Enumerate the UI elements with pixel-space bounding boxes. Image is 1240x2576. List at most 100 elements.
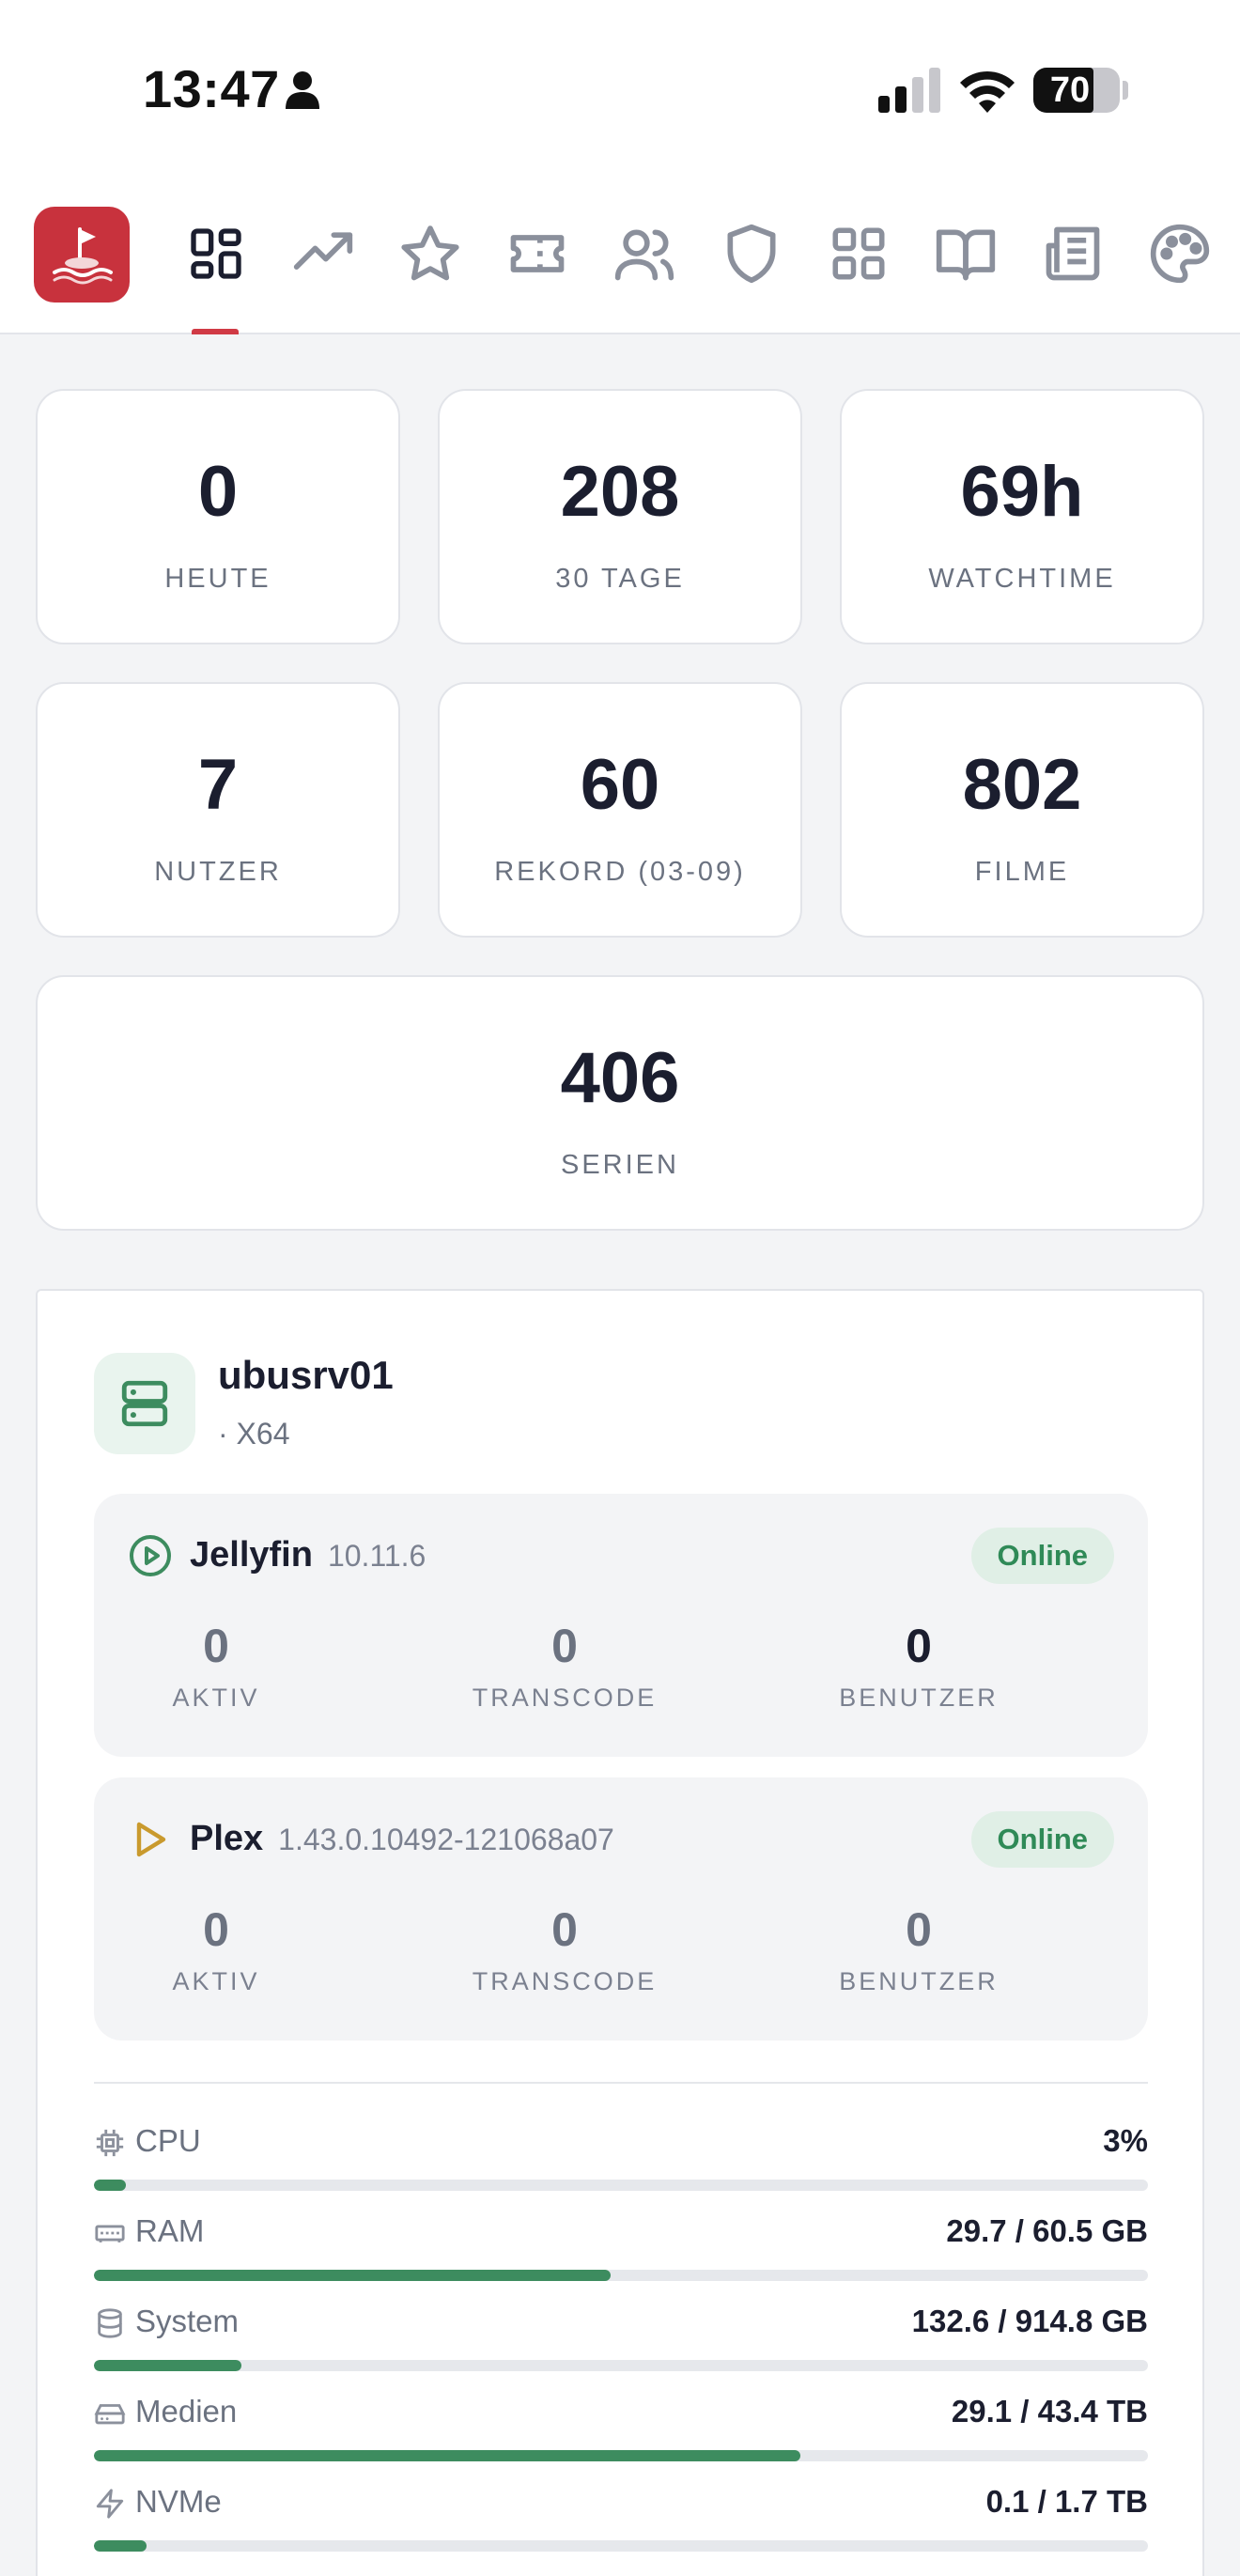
server-icon — [94, 1353, 195, 1454]
cpu-icon — [96, 2129, 124, 2157]
lightning-icon — [96, 2489, 124, 2519]
metric-aktiv: 0 AKTIV — [172, 1620, 260, 1712]
nav-news[interactable] — [1039, 220, 1107, 287]
metric-aktiv: 0 AKTIV — [172, 1903, 260, 1995]
service-name: Plex — [190, 1819, 264, 1858]
status-badge: Online — [970, 1811, 1114, 1868]
dashboard-grid-icon — [191, 228, 241, 279]
book-icon — [936, 229, 996, 281]
service-name: Jellyfin — [190, 1535, 313, 1575]
trending-icon — [293, 232, 353, 270]
resource-bar — [94, 2450, 1148, 2461]
resource-row-medien: Medien 29.1 / 43.4 TB — [94, 2392, 1148, 2467]
app-logo[interactable] — [34, 207, 130, 303]
stat-value: 802 — [962, 745, 1082, 825]
stat-label: 30 TAGE — [555, 564, 685, 594]
resource-value: 0.1 / 1.7 TB — [985, 2484, 1148, 2519]
play-circle-icon — [130, 1535, 171, 1576]
resource-bar-fill — [94, 2360, 242, 2371]
nav-favorites[interactable] — [396, 220, 464, 287]
resource-row-nvme: NVMe 0.1 / 1.7 TB — [94, 2482, 1148, 2557]
stat-card-nutzer: 7 NUTZER — [36, 682, 400, 938]
resource-bar-fill — [94, 2180, 126, 2191]
stat-value: 7 — [197, 745, 239, 825]
database-icon — [98, 2308, 122, 2338]
users-icon — [614, 229, 674, 281]
status-badge: Online — [970, 1528, 1114, 1584]
stat-label: WATCHTIME — [928, 564, 1116, 594]
resource-row-cpu: CPU 3% — [94, 2121, 1148, 2196]
resource-bar-fill — [94, 2270, 611, 2281]
resource-value: 29.1 / 43.4 TB — [951, 2394, 1148, 2429]
top-navigation — [0, 188, 1240, 334]
resource-label: NVMe — [135, 2484, 222, 2519]
stat-label: FILME — [974, 857, 1070, 887]
stat-label: HEUTE — [164, 564, 271, 594]
resource-value: 29.7 / 60.5 GB — [946, 2213, 1148, 2248]
divider — [94, 2082, 1148, 2084]
stat-card-30-tage: 208 30 TAGE — [438, 389, 802, 644]
nav-tickets[interactable] — [504, 220, 571, 287]
nav-dashboard[interactable] — [182, 220, 250, 287]
metric-transcode: 0 TRANSCODE — [472, 1903, 658, 1995]
stat-card-heute: 0 HEUTE — [36, 389, 400, 644]
stat-value: 69h — [960, 452, 1084, 532]
nav-themes[interactable] — [1146, 220, 1214, 287]
resource-bar-fill — [94, 2540, 147, 2552]
cellular-signal-icon — [878, 68, 940, 113]
resource-label: RAM — [135, 2213, 205, 2248]
apps-grid-icon — [832, 227, 885, 280]
star-icon — [401, 225, 459, 281]
palette-icon — [1150, 224, 1210, 284]
resource-row-ram: RAM 29.7 / 60.5 GB — [94, 2211, 1148, 2287]
stat-card-rekord: 60 REKORD (03-09) — [438, 682, 802, 938]
service-version: 10.11.6 — [327, 1539, 426, 1573]
resource-label: Medien — [135, 2394, 238, 2429]
battery-percent: 70 — [1049, 70, 1091, 110]
metric-benutzer: 0 BENUTZER — [839, 1903, 999, 1995]
newspaper-icon — [1046, 226, 1100, 281]
stat-value: 406 — [560, 1038, 680, 1118]
service-title: Plex 1.43.0.10492-121068a07 — [190, 1819, 614, 1859]
server-stack-icon — [121, 1380, 168, 1427]
service-card-jellyfin: Jellyfin 10.11.6 Online 0 AKTIV 0 TRANSCO… — [94, 1494, 1148, 1757]
wifi-icon — [960, 70, 1015, 113]
nav-security[interactable] — [718, 220, 785, 287]
stat-card-filme: 802 FILME — [840, 682, 1204, 938]
stat-card-serien: 406 SERIEN — [36, 975, 1204, 1231]
service-title: Jellyfin 10.11.6 — [190, 1535, 426, 1575]
resource-label: CPU — [135, 2123, 201, 2158]
harddrive-icon — [94, 2404, 126, 2425]
resource-label: System — [135, 2304, 240, 2338]
nav-trends[interactable] — [289, 220, 357, 287]
stat-value: 60 — [580, 745, 660, 825]
memory-icon — [95, 2225, 125, 2242]
server-name: ubusrv01 — [218, 1353, 394, 1397]
shield-icon — [727, 224, 776, 284]
metric-transcode: 0 TRANSCODE — [472, 1620, 658, 1712]
stat-card-watchtime: 69h WATCHTIME — [840, 389, 1204, 644]
nav-library[interactable] — [932, 220, 1000, 287]
resource-bar — [94, 2360, 1148, 2371]
server-panel: ubusrv01 · X64 Jellyfin 10.11.6 Online 0 … — [36, 1289, 1204, 2576]
resource-row-system: System 132.6 / 914.8 GB — [94, 2302, 1148, 2377]
service-version: 1.43.0.10492-121068a07 — [278, 1823, 614, 1856]
active-tab-indicator — [192, 329, 239, 334]
stat-label: SERIEN — [561, 1150, 679, 1180]
nav-users[interactable] — [611, 220, 678, 287]
play-triangle-icon — [136, 1822, 166, 1857]
stat-label: NUTZER — [154, 857, 282, 887]
stat-value: 208 — [560, 452, 680, 532]
resource-bar — [94, 2180, 1148, 2191]
nav-apps[interactable] — [825, 220, 892, 287]
stat-value: 0 — [197, 452, 239, 532]
stat-label: REKORD (03-09) — [494, 857, 746, 887]
resource-value: 3% — [1103, 2123, 1148, 2158]
battery-icon: 70 — [1033, 68, 1120, 113]
resource-bar — [94, 2270, 1148, 2281]
status-time: 13:47 — [143, 59, 280, 118]
status-bar: 13:47 70 — [0, 0, 1240, 188]
resource-bar — [94, 2540, 1148, 2552]
service-card-plex: Plex 1.43.0.10492-121068a07 Online 0 AKTI… — [94, 1777, 1148, 2041]
metric-benutzer: 0 BENUTZER — [839, 1620, 999, 1712]
